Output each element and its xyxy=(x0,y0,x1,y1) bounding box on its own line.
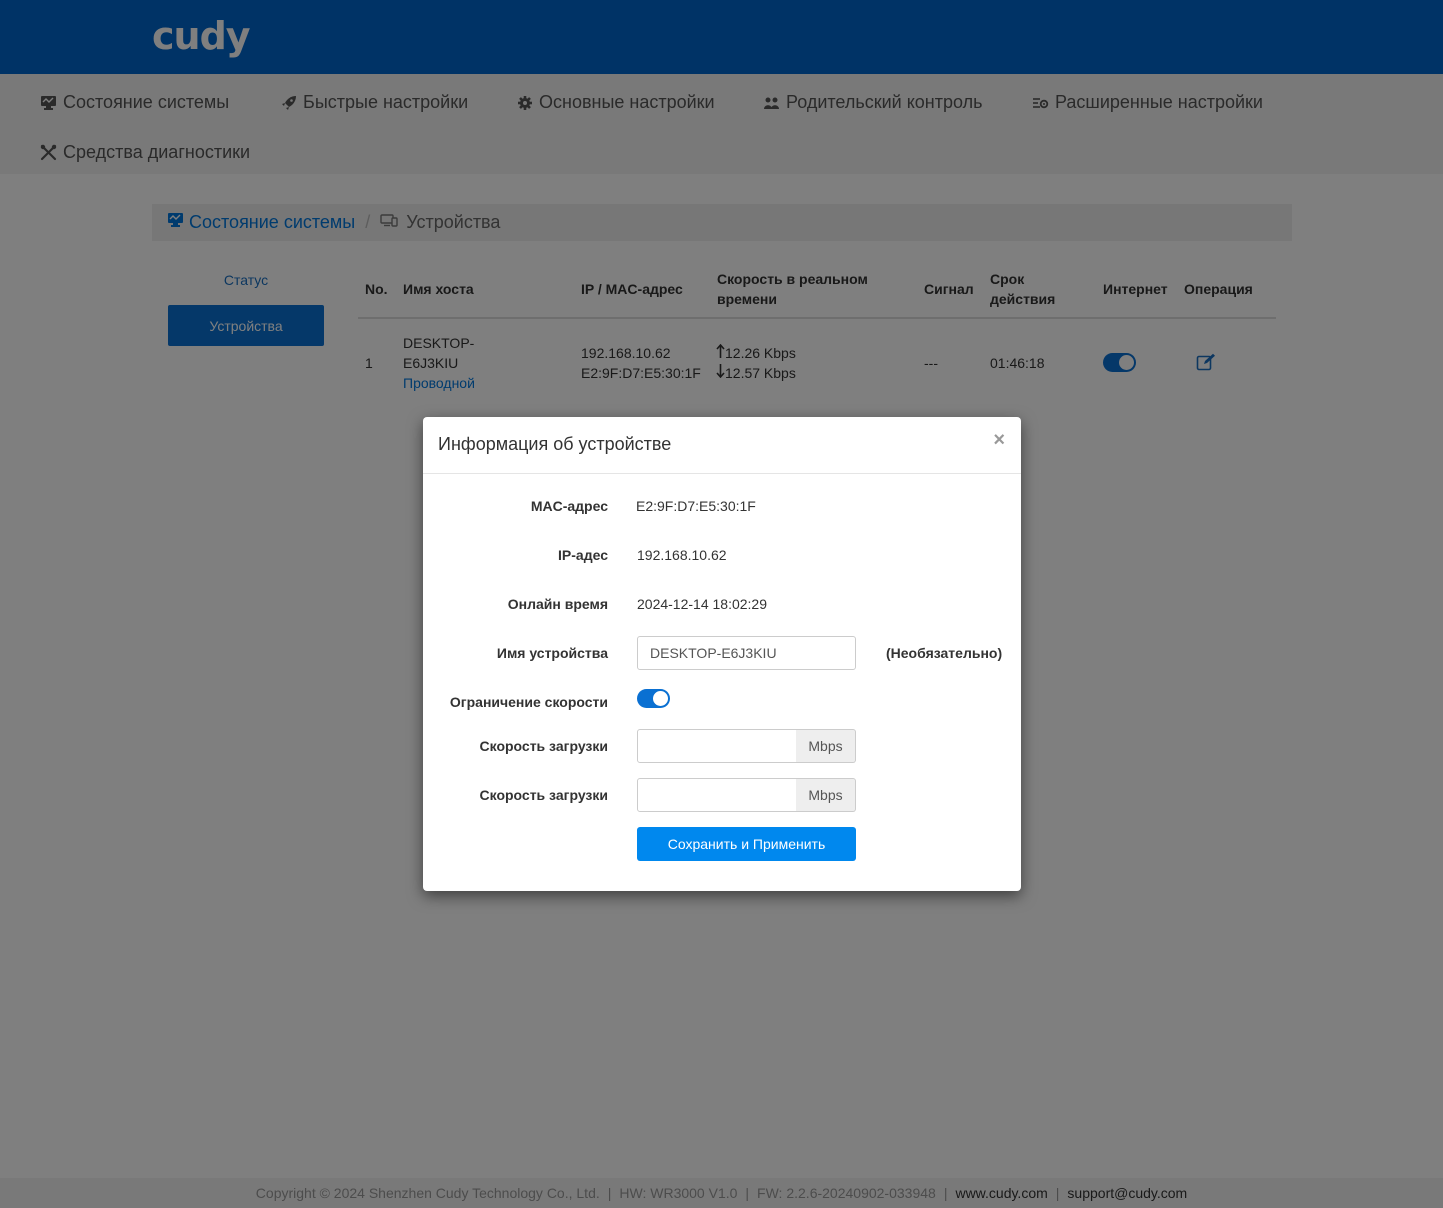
download-speed-input[interactable] xyxy=(637,729,797,763)
download-speed-unit: Mbps xyxy=(796,729,856,763)
modal-title: Информация об устройстве xyxy=(438,434,672,454)
online-time-label: Онлайн время xyxy=(507,596,608,612)
ip-value: 192.168.10.62 xyxy=(637,547,727,563)
download-speed-label: Скорость загрузки xyxy=(479,738,608,754)
online-time-value: 2024-12-14 18:02:29 xyxy=(637,596,767,612)
upload-speed-input[interactable] xyxy=(637,778,797,812)
modal-divider xyxy=(423,473,1021,474)
device-info-modal: Информация об устройстве × MAC-адрес E2:… xyxy=(423,417,1021,891)
close-icon[interactable]: × xyxy=(993,430,1005,450)
upload-speed-label: Скорость загрузки xyxy=(479,787,608,803)
device-name-input[interactable] xyxy=(637,636,856,670)
mac-label: MAC-адрес xyxy=(530,498,608,514)
upload-speed-unit: Mbps xyxy=(796,778,856,812)
ip-label: IP-адес xyxy=(558,547,608,563)
mac-value: E2:9F:D7:E5:30:1F xyxy=(636,498,756,514)
speed-limit-label: Ограничение скорости xyxy=(449,694,608,710)
device-name-label: Имя устройства xyxy=(496,645,608,661)
optional-hint: (Необязательно) xyxy=(886,645,1003,661)
save-apply-button[interactable]: Сохранить и Применить xyxy=(637,827,856,861)
speed-limit-toggle[interactable] xyxy=(637,689,670,708)
